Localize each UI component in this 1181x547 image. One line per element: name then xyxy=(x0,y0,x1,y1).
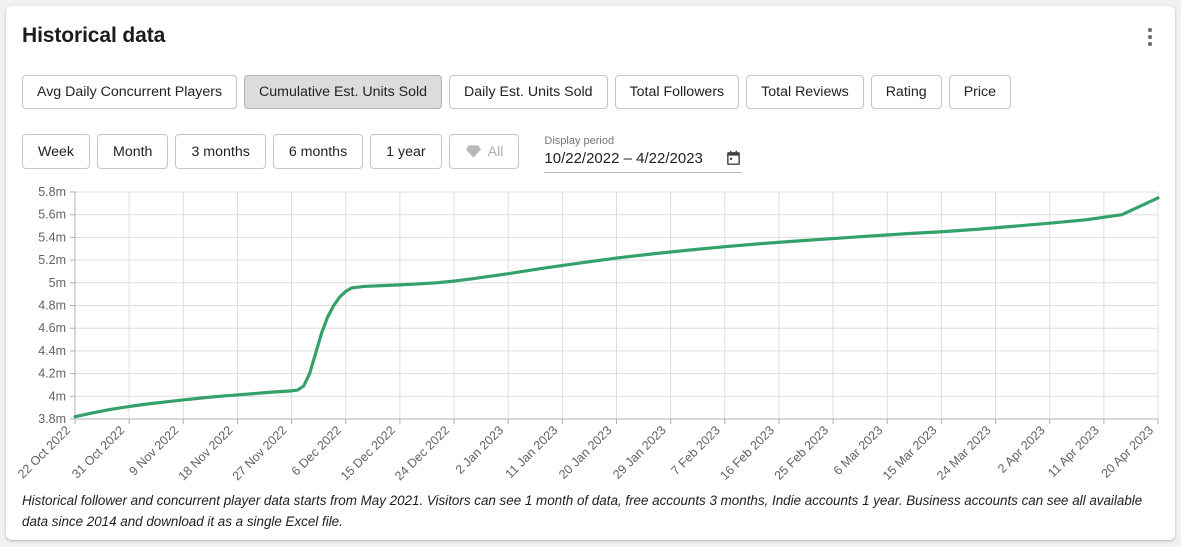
x-tick-label: 24 Dec 2022 xyxy=(392,423,452,483)
x-tick-label: 11 Jan 2023 xyxy=(503,423,561,481)
metric-tab-2[interactable]: Daily Est. Units Sold xyxy=(449,75,608,109)
x-tick-label: 2 Apr 2023 xyxy=(995,423,1048,476)
x-tick-label: 18 Nov 2022 xyxy=(176,423,236,483)
y-tick-label: 5m xyxy=(49,276,66,290)
period-button-label: Month xyxy=(113,143,153,160)
x-tick-label: 20 Jan 2023 xyxy=(556,423,615,482)
display-period-field[interactable]: Display period 10/22/2022 – 4/22/2023 xyxy=(544,134,743,173)
page-title: Historical data xyxy=(22,24,166,47)
y-tick-label: 5.4m xyxy=(38,230,66,244)
x-tick-label: 9 Nov 2022 xyxy=(126,423,181,478)
period-button-2[interactable]: 3 months xyxy=(175,134,266,169)
x-tick-label: 25 Feb 2023 xyxy=(772,423,832,483)
period-button-1[interactable]: Month xyxy=(97,134,169,169)
x-tick-label: 6 Dec 2022 xyxy=(289,423,344,478)
x-tick-label: 11 Apr 2023 xyxy=(1045,423,1102,480)
display-period-label: Display period xyxy=(544,135,615,147)
metric-tabs: Avg Daily Concurrent Players Cumulative E… xyxy=(22,75,1012,109)
metric-tab-5[interactable]: Rating xyxy=(870,75,942,109)
period-button-4[interactable]: 1 year xyxy=(370,134,442,169)
chart-x-axis: 22 Oct 202231 Oct 2022 9 Nov 202218 Nov 2… xyxy=(15,418,1159,483)
kebab-dot xyxy=(1148,28,1152,32)
period-button-group: Week Month 3 months 6 months 1 year All xyxy=(22,134,520,169)
x-tick-label: 27 Nov 2022 xyxy=(230,423,290,483)
x-tick-label: 7 Feb 2023 xyxy=(668,423,723,478)
display-period-value: 10/22/2022 – 4/22/2023 xyxy=(544,150,703,167)
footer-note: Historical follower and concurrent playe… xyxy=(22,493,1143,529)
y-tick-label: 5.8m xyxy=(38,185,66,199)
metric-tab-1[interactable]: Cumulative Est. Units Sold xyxy=(244,75,442,109)
period-button-label: 6 months xyxy=(288,143,348,160)
period-button-label: 1 year xyxy=(386,143,426,160)
x-tick-label: 31 Oct 2022 xyxy=(69,423,127,481)
display-period-input-row[interactable]: 10/22/2022 – 4/22/2023 xyxy=(544,150,743,173)
metric-tab-0[interactable]: Avg Daily Concurrent Players xyxy=(22,75,238,109)
metric-tab-6[interactable]: Price xyxy=(948,75,1012,109)
y-tick-label: 4m xyxy=(49,389,66,403)
gem-icon xyxy=(465,144,482,159)
x-tick-label: 15 Mar 2023 xyxy=(880,423,940,483)
x-tick-label: 6 Mar 2023 xyxy=(831,423,886,478)
period-button-label: Week xyxy=(38,143,75,160)
x-tick-label: 24 Mar 2023 xyxy=(934,423,994,483)
x-tick-label: 29 Jan 2023 xyxy=(610,423,669,482)
chart-y-axis: 3.8m4m4.2m4.4m4.6m4.8m5m5.2m5.4m5.6m5.8m xyxy=(38,185,76,426)
chart-svg: 3.8m4m4.2m4.4m4.6m4.8m5m5.2m5.4m5.6m5.8m… xyxy=(15,185,1160,483)
y-tick-label: 4.2m xyxy=(38,367,66,381)
period-button-3[interactable]: 6 months xyxy=(272,134,364,169)
y-tick-label: 4.6m xyxy=(38,321,66,335)
historical-data-card: Historical data Avg Daily Concurrent Pla… xyxy=(6,6,1175,540)
chart-gridlines xyxy=(74,191,1159,420)
calendar-icon[interactable] xyxy=(725,150,742,167)
x-tick-label: 2 Jan 2023 xyxy=(453,423,507,477)
kebab-dot xyxy=(1148,42,1152,46)
y-tick-label: 5.6m xyxy=(38,208,66,222)
y-tick-label: 5.2m xyxy=(38,253,66,267)
period-button-0[interactable]: Week xyxy=(22,134,91,169)
x-tick-label: 16 Feb 2023 xyxy=(718,423,778,483)
screenshot-root: Historical data Avg Daily Concurrent Pla… xyxy=(0,0,1181,547)
kebab-menu-icon[interactable] xyxy=(1139,22,1161,52)
x-tick-label: 22 Oct 2022 xyxy=(15,423,73,481)
x-tick-label: 20 Apr 2023 xyxy=(1099,423,1157,481)
x-tick-label: 15 Dec 2022 xyxy=(338,423,398,483)
period-controls: Week Month 3 months 6 months 1 year All Displ… xyxy=(22,134,743,173)
kebab-dot xyxy=(1148,35,1152,39)
period-button-label: 3 months xyxy=(191,143,250,160)
historical-chart[interactable]: 3.8m 4m 4.2m 4.4m 4.6m 4.8m 5m 5.2m 5.4m 5.6m 5.8m… xyxy=(6,184,1175,484)
period-button-label: All xyxy=(487,143,504,160)
y-tick-label: 4.8m xyxy=(38,299,66,313)
metric-tab-4[interactable]: Total Reviews xyxy=(746,75,864,109)
y-tick-label: 4.4m xyxy=(38,344,66,358)
period-button-5: All xyxy=(448,134,520,169)
metric-tab-3[interactable]: Total Followers xyxy=(614,75,740,109)
